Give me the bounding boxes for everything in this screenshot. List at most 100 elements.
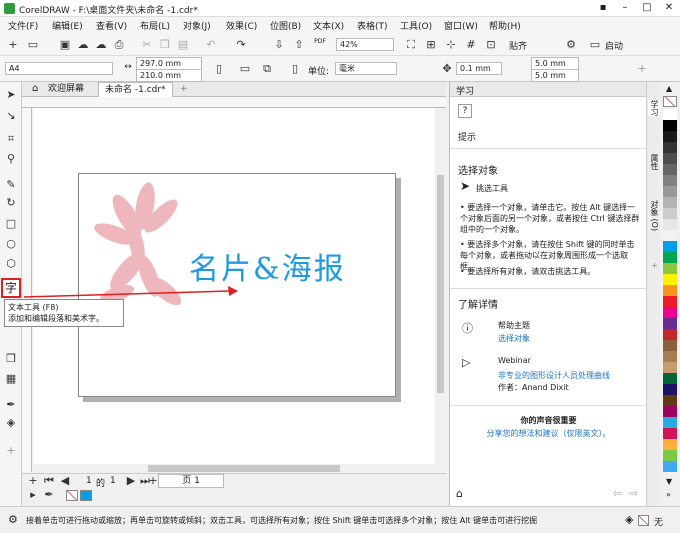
- current-page-number[interactable]: 1: [86, 476, 92, 486]
- color-swatch[interactable]: [663, 285, 677, 296]
- vertical-scroll-thumb[interactable]: [437, 175, 444, 393]
- color-swatch[interactable]: [663, 109, 677, 120]
- color-swatch[interactable]: [663, 131, 677, 142]
- current-page-icon[interactable]: ▯: [288, 62, 302, 76]
- export-icon[interactable]: ⇧: [292, 38, 306, 52]
- palette-scroll-up-icon[interactable]: ▲: [666, 84, 672, 93]
- color-swatch[interactable]: [663, 406, 677, 417]
- snap-icon[interactable]: ⊡: [484, 38, 498, 52]
- import-icon[interactable]: ⇩: [272, 38, 286, 52]
- interactive-fill-tool-icon[interactable]: ◈: [4, 416, 18, 430]
- page-tab[interactable]: 页 1: [158, 474, 224, 488]
- cloud-upload-icon[interactable]: ☁: [76, 38, 90, 52]
- color-swatch[interactable]: [663, 241, 677, 252]
- freehand-tool-icon[interactable]: ✎: [4, 178, 18, 192]
- menu-file[interactable]: 文件(F): [8, 19, 38, 32]
- side-tab-objects[interactable]: 对象 (O): [648, 200, 660, 231]
- text-tool-icon[interactable]: 字: [1, 278, 21, 298]
- color-swatch[interactable]: [663, 307, 677, 318]
- minimize-button[interactable]: –: [614, 1, 636, 15]
- menu-table[interactable]: 表格(T): [357, 19, 388, 32]
- grid-icon[interactable]: ⊹: [444, 38, 458, 52]
- first-page-icon[interactable]: ⏮: [42, 474, 56, 488]
- horizontal-scroll-thumb[interactable]: [148, 465, 340, 472]
- rulers-icon[interactable]: ⊞: [424, 38, 438, 52]
- color-swatch[interactable]: [663, 395, 677, 406]
- color-swatch[interactable]: [663, 142, 677, 153]
- color-swatch[interactable]: [663, 461, 677, 472]
- launch-icon[interactable]: ▭: [588, 38, 602, 52]
- menu-help[interactable]: 帮助(H): [489, 19, 521, 32]
- help-topic-link[interactable]: 选择对象: [498, 333, 530, 344]
- palette-expand-icon[interactable]: »: [666, 490, 671, 499]
- color-swatch[interactable]: [663, 450, 677, 461]
- color-swatch[interactable]: [663, 175, 677, 186]
- menu-tools[interactable]: 工具(O): [400, 19, 432, 32]
- pick-tool-icon[interactable]: ➤: [4, 88, 18, 102]
- cloud-download-icon[interactable]: ☁: [94, 38, 108, 52]
- copy-icon[interactable]: ❐: [158, 38, 172, 52]
- feedback-link[interactable]: 分享您的想法和建议（仅限英文）。: [450, 428, 647, 439]
- menu-layout[interactable]: 布局(L): [140, 19, 170, 32]
- color-swatch[interactable]: [663, 318, 677, 329]
- side-tab-properties[interactable]: 属性: [648, 154, 660, 170]
- color-swatch[interactable]: [663, 296, 677, 307]
- color-swatch[interactable]: [663, 373, 677, 384]
- forward-icon[interactable]: ⇨: [629, 487, 638, 500]
- color-swatch[interactable]: [663, 351, 677, 362]
- save-icon[interactable]: ▣: [58, 38, 72, 52]
- pdf-icon[interactable]: PDF: [313, 38, 327, 45]
- color-swatch[interactable]: [663, 428, 677, 439]
- zoom-level-dropdown[interactable]: 42%: [336, 38, 394, 51]
- redo-icon[interactable]: ↷: [234, 38, 248, 52]
- no-color-swatch[interactable]: [66, 490, 78, 501]
- all-pages-icon[interactable]: ⧉: [260, 62, 274, 76]
- menu-bitmap[interactable]: 位图(B): [270, 19, 301, 32]
- undo-icon[interactable]: ↶: [204, 38, 218, 52]
- cut-icon[interactable]: ✂: [140, 38, 154, 52]
- horizontal-ruler[interactable]: [22, 97, 446, 108]
- color-swatch[interactable]: [663, 230, 677, 241]
- tab-welcome-screen[interactable]: 欢迎屏幕: [42, 82, 90, 97]
- shape-tool-icon[interactable]: ↘: [4, 109, 18, 123]
- snap-to-dropdown[interactable]: 贴齐: [509, 39, 527, 52]
- palette-menu-icon[interactable]: ▸: [26, 488, 40, 502]
- duplicate-y-field[interactable]: 5.0 mm: [531, 69, 579, 82]
- menu-edit[interactable]: 编辑(E): [52, 19, 83, 32]
- previous-page-icon[interactable]: ◀: [58, 474, 72, 488]
- color-swatch[interactable]: [663, 186, 677, 197]
- menu-text[interactable]: 文本(X): [313, 19, 344, 32]
- back-icon[interactable]: ⇦: [613, 487, 622, 500]
- eyedropper-icon[interactable]: ✒: [42, 488, 56, 502]
- color-swatch[interactable]: [663, 263, 677, 274]
- add-tab-icon[interactable]: +: [174, 82, 194, 97]
- poster-title-text[interactable]: 名片&海报: [189, 244, 346, 288]
- menu-object[interactable]: 对象(J): [183, 19, 211, 32]
- paste-icon[interactable]: ▤: [176, 38, 190, 52]
- menu-view[interactable]: 查看(V): [96, 19, 127, 32]
- drop-shadow-tool-icon[interactable]: ❐: [4, 352, 18, 366]
- artistic-media-tool-icon[interactable]: ↻: [4, 196, 18, 210]
- open-folder-icon[interactable]: ▭: [26, 38, 40, 52]
- no-fill-swatch[interactable]: [663, 96, 677, 107]
- color-swatch[interactable]: [663, 340, 677, 351]
- close-button[interactable]: ✕: [658, 1, 680, 15]
- menu-effects[interactable]: 效果(C): [226, 19, 257, 32]
- color-swatch[interactable]: [663, 153, 677, 164]
- color-swatch[interactable]: [663, 164, 677, 175]
- webinar-link[interactable]: 非专业的图形设计人员处理曲线: [498, 370, 638, 381]
- eyedropper-tool-icon[interactable]: ✒: [4, 398, 18, 412]
- color-swatch[interactable]: [663, 120, 677, 131]
- landscape-icon[interactable]: ▭: [238, 62, 252, 76]
- fill-swatch[interactable]: [638, 515, 649, 526]
- color-swatch[interactable]: [663, 208, 677, 219]
- rectangle-tool-icon[interactable]: □: [4, 217, 18, 231]
- zoom-tool-icon[interactable]: ⚲: [4, 152, 18, 166]
- options-gear-icon[interactable]: ⚙: [564, 38, 578, 52]
- add-tool-icon[interactable]: +: [4, 444, 18, 458]
- color-swatch[interactable]: [663, 439, 677, 450]
- side-tab-learn[interactable]: 学习: [648, 100, 660, 116]
- page-height-field[interactable]: 210.0 mm: [136, 69, 202, 82]
- guidelines-icon[interactable]: #: [464, 38, 478, 52]
- units-dropdown[interactable]: 毫米: [335, 62, 397, 75]
